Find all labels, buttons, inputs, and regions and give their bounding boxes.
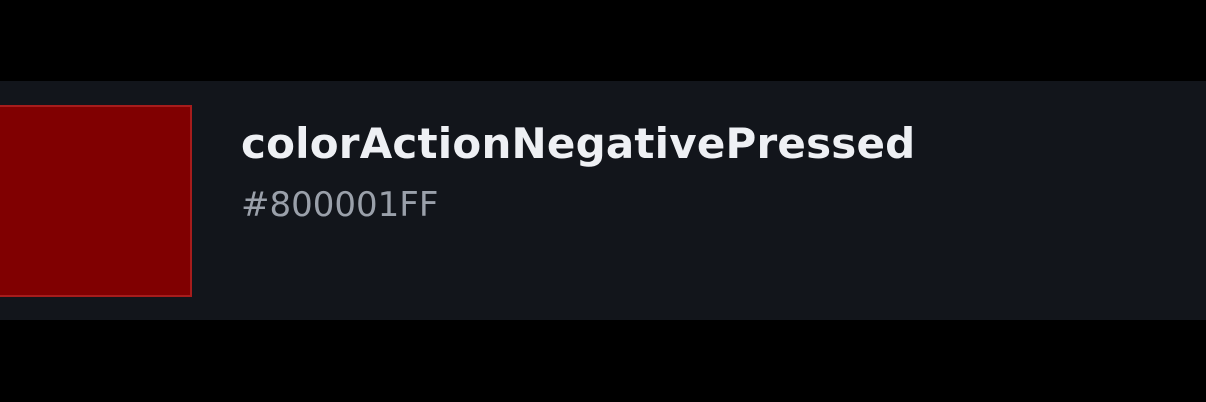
- token-info: colorActionNegativePressed #800001FF: [241, 117, 915, 227]
- page: colorActionNegativePressed #800001FF: [0, 0, 1206, 402]
- color-token-card: colorActionNegativePressed #800001FF: [0, 81, 1206, 320]
- color-swatch: [0, 105, 192, 297]
- token-name: colorActionNegativePressed: [241, 119, 916, 168]
- token-hex-value: #800001FF: [241, 185, 439, 225]
